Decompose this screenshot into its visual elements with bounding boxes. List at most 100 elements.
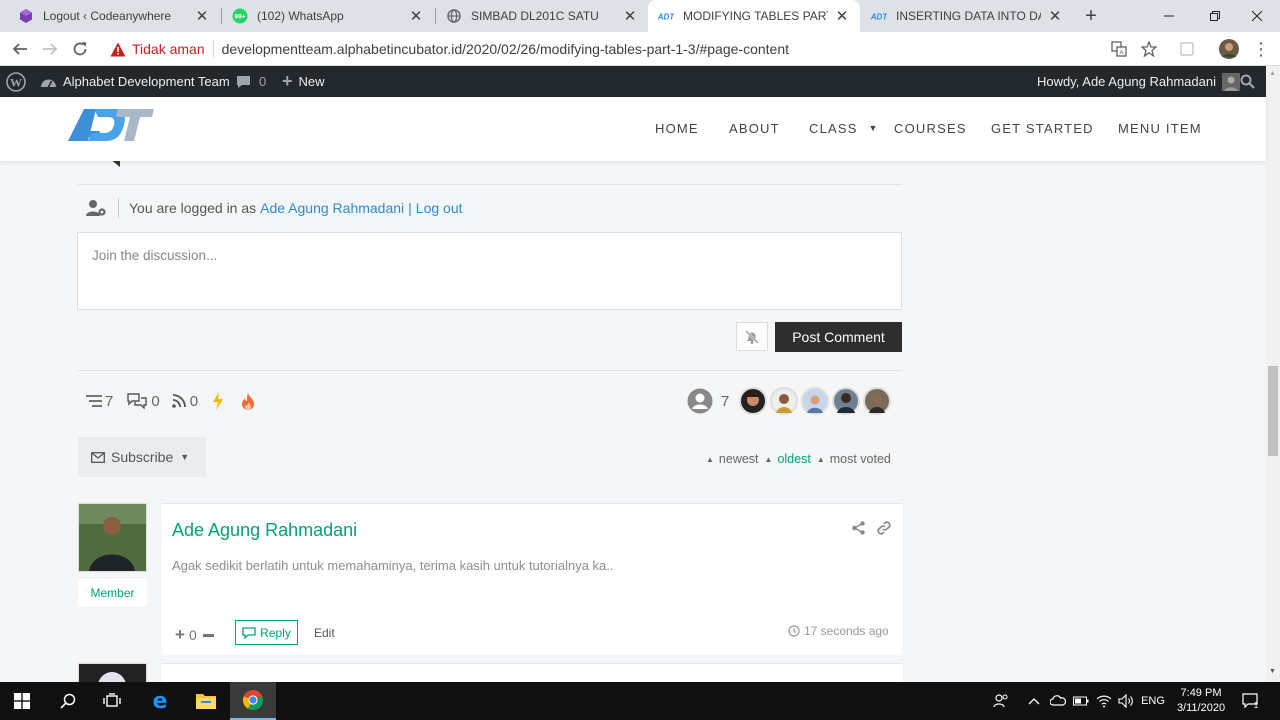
rss-icon <box>171 394 186 408</box>
tab-simbad[interactable]: SIMBAD DL201C SATU ✕ <box>436 0 648 32</box>
close-tab-icon[interactable]: ✕ <box>834 7 850 25</box>
scrollbar-thumb[interactable] <box>1268 366 1278 456</box>
logged-in-row: You are logged in as Ade Agung Rahmadani… <box>86 198 463 218</box>
battery-icon[interactable] <box>1072 682 1090 720</box>
participant-avatar[interactable] <box>801 387 830 415</box>
separator: | <box>408 200 412 216</box>
edit-link[interactable]: Edit <box>314 626 335 640</box>
menu-class[interactable]: CLASS ▼ <box>809 121 879 136</box>
participant-avatar[interactable] <box>739 387 768 415</box>
svg-text:W: W <box>10 75 22 89</box>
menu-menu-item[interactable]: MENU ITEM <box>1118 121 1202 136</box>
sort-oldest[interactable]: oldest <box>777 452 810 466</box>
logged-in-user-link[interactable]: Ade Agung Rahmadani <box>260 200 404 216</box>
close-window-button[interactable] <box>1234 0 1280 32</box>
volume-icon[interactable] <box>1116 682 1136 720</box>
menu-get-started[interactable]: GET STARTED <box>991 121 1094 136</box>
menu-kebab-icon[interactable]: ⋮ <box>1250 38 1272 60</box>
downvote-icon[interactable] <box>202 633 214 637</box>
lightning-icon[interactable] <box>212 392 224 410</box>
plus-icon: + <box>282 71 293 91</box>
translate-icon[interactable]: A <box>1108 38 1130 60</box>
windows-start-icon[interactable] <box>0 682 44 720</box>
profile-avatar[interactable] <box>1218 38 1240 60</box>
forward-button[interactable] <box>39 38 61 60</box>
new-content-link[interactable]: + New <box>282 66 325 97</box>
input-language[interactable]: ENG <box>1140 682 1166 720</box>
comment-textarea[interactable]: Join the discussion... <box>77 232 902 310</box>
chrome-taskbar-icon[interactable] <box>230 682 276 720</box>
restore-button[interactable] <box>1192 0 1238 32</box>
wordpress-icon[interactable]: W <box>6 66 26 97</box>
edge-browser-icon[interactable]: e <box>138 682 182 720</box>
comment-placeholder: Join the discussion... <box>92 248 218 263</box>
sort-options: ▲ newest ▲ oldest ▲ most voted <box>706 452 891 466</box>
file-explorer-icon[interactable] <box>184 682 228 720</box>
link-icon[interactable] <box>877 521 891 538</box>
close-tab-icon[interactable]: ✕ <box>1047 7 1063 25</box>
notify-toggle-button[interactable] <box>736 322 768 351</box>
fire-icon[interactable] <box>240 392 256 410</box>
menu-about[interactable]: ABOUT <box>729 121 780 136</box>
close-tab-icon[interactable]: ✕ <box>194 7 210 25</box>
sort-most-voted[interactable]: most voted <box>830 452 891 466</box>
post-comment-button[interactable]: Post Comment <box>775 322 902 352</box>
cut-off-arrow-icon <box>110 161 120 167</box>
back-button[interactable] <box>9 38 31 60</box>
upvote-icon[interactable]: + <box>175 625 185 645</box>
site-logo[interactable] <box>66 107 156 146</box>
tab-modifying-tables[interactable]: ADT MODIFYING TABLES PART 1 – A ✕ <box>648 0 860 32</box>
participants-icon <box>687 388 713 414</box>
wifi-icon[interactable] <box>1094 682 1114 720</box>
bookmark-star-icon[interactable] <box>1138 38 1160 60</box>
onedrive-icon[interactable] <box>1048 682 1068 720</box>
chevron-up-icon[interactable] <box>1026 682 1042 720</box>
share-icon[interactable] <box>852 521 865 538</box>
reply-button[interactable]: Reply <box>235 620 298 645</box>
tab-inserting-data[interactable]: ADT INSERTING DATA INTO DATABA ✕ <box>861 0 1073 32</box>
whatsapp-icon: 99+ <box>232 8 248 24</box>
people-icon[interactable] <box>990 682 1012 720</box>
sort-newest[interactable]: newest <box>719 452 759 466</box>
warning-icon[interactable] <box>110 42 126 57</box>
menu-home[interactable]: HOME <box>655 121 699 136</box>
my-account-link[interactable]: Howdy, Ade Agung Rahmadani <box>1037 66 1240 97</box>
comment-author-name[interactable]: Ade Agung Rahmadani <box>172 520 357 541</box>
task-view-icon[interactable] <box>90 682 134 720</box>
next-comment-avatar[interactable] <box>78 663 147 682</box>
close-tab-icon[interactable]: ✕ <box>622 7 638 25</box>
extension-icon[interactable] <box>1176 38 1198 60</box>
logout-link[interactable]: Log out <box>416 200 463 216</box>
site-header: HOME ABOUT CLASS ▼ COURSES GET STARTED M… <box>0 97 1266 161</box>
tab-whatsapp[interactable]: 99+ (102) WhatsApp ✕ <box>222 0 434 32</box>
caret-down-icon: ▼ <box>180 452 190 462</box>
scroll-down-arrow[interactable]: ▼ <box>1269 668 1276 675</box>
site-name: Alphabet Development Team <box>63 74 230 89</box>
search-icon[interactable] <box>46 682 90 720</box>
menu-courses[interactable]: COURSES <box>894 121 967 136</box>
admin-search-icon[interactable] <box>1240 66 1255 97</box>
address-bar[interactable]: Tidak aman developmentteam.alphabetincub… <box>100 35 1170 63</box>
action-center-icon[interactable]: 1 <box>1238 682 1264 720</box>
tab-title: INSERTING DATA INTO DATABA <box>896 9 1041 23</box>
site-name-link[interactable]: Alphabet Development Team <box>40 66 230 97</box>
comment-author-avatar[interactable] <box>78 503 147 572</box>
howdy-text: Howdy, Ade Agung Rahmadani <box>1037 74 1216 89</box>
system-clock[interactable]: 7:49 PM 3/11/2020 <box>1170 682 1232 720</box>
subscribe-dropdown[interactable]: Subscribe ▼ <box>78 437 206 477</box>
minimize-button[interactable] <box>1146 0 1192 32</box>
comments-link[interactable]: 0 <box>236 66 266 97</box>
url-text[interactable]: developmentteam.alphabetincubator.id/202… <box>222 41 789 57</box>
participant-avatar[interactable] <box>832 387 861 415</box>
participant-avatar[interactable] <box>770 387 799 415</box>
scroll-up-arrow[interactable]: ▲ <box>1269 70 1276 77</box>
tab-codeanywhere[interactable]: Logout ‹ Codeanywhere ✕ <box>8 0 220 32</box>
user-avatar-small <box>1222 72 1240 91</box>
close-tab-icon[interactable]: ✕ <box>408 7 424 25</box>
reload-button[interactable] <box>69 38 91 60</box>
clock-icon <box>788 625 800 637</box>
page-scrollbar[interactable]: ▲ ▼ <box>1266 66 1280 682</box>
new-tab-button[interactable]: + <box>1080 5 1102 27</box>
participant-avatar[interactable] <box>863 387 892 415</box>
security-label[interactable]: Tidak aman <box>132 41 205 57</box>
